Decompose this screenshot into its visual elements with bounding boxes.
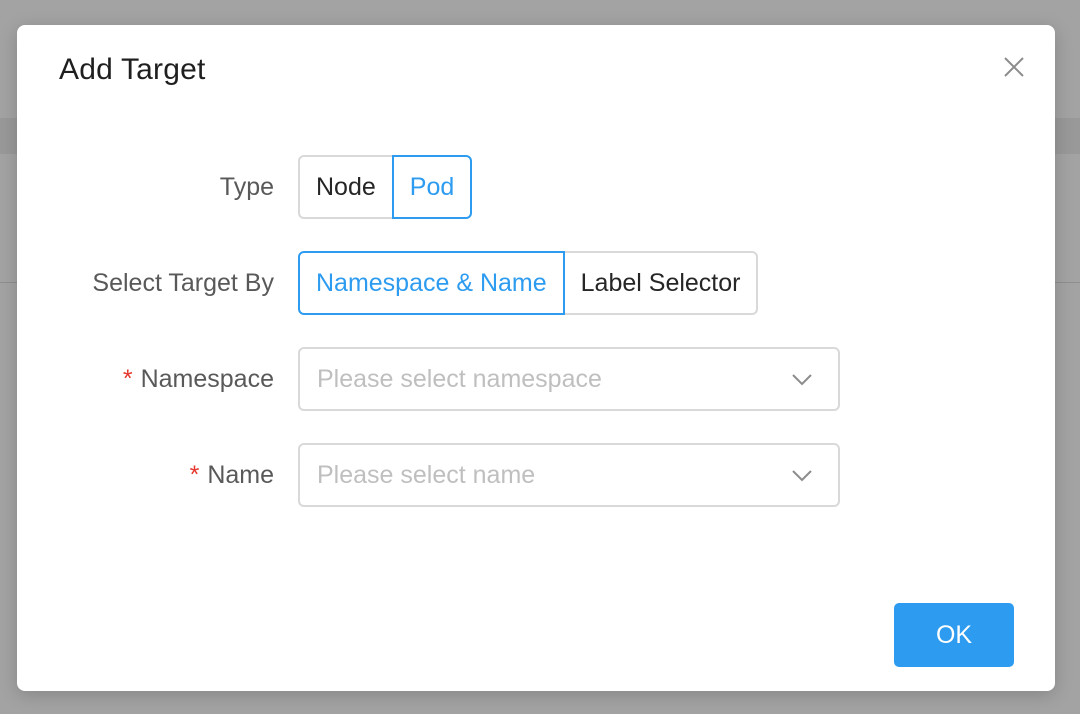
type-label-text: Type — [219, 173, 274, 201]
namespace-label-text: Namespace — [140, 365, 274, 393]
chevron-down-icon — [792, 374, 812, 386]
name-placeholder: Please select name — [317, 461, 536, 489]
namespace-select[interactable]: Please select namespace — [298, 347, 840, 411]
chevron-down-icon — [792, 470, 812, 482]
type-row: Type Node Pod — [17, 155, 1055, 219]
ok-button[interactable]: OK — [894, 603, 1014, 667]
select-target-by-label-text: Select Target By — [92, 269, 274, 297]
name-label: * Name — [190, 443, 274, 507]
type-option-node[interactable]: Node — [298, 155, 394, 219]
required-mark: * — [189, 461, 200, 489]
target-by-label-selector[interactable]: Label Selector — [562, 251, 759, 315]
namespace-label: * Namespace — [123, 347, 274, 411]
name-row: * Name Please select name — [17, 443, 1055, 507]
select-target-by-radio-group: Namespace & Name Label Selector — [298, 251, 759, 315]
name-label-text: Name — [207, 461, 274, 489]
name-select[interactable]: Please select name — [298, 443, 840, 507]
select-target-by-label: Select Target By — [92, 251, 274, 315]
type-radio-group: Node Pod — [298, 155, 473, 219]
required-mark: * — [122, 365, 133, 393]
close-icon — [1004, 57, 1024, 77]
type-option-pod[interactable]: Pod — [391, 155, 473, 219]
type-label: Type — [220, 155, 274, 219]
select-target-by-row: Select Target By Namespace & Name Label … — [17, 251, 1055, 315]
namespace-placeholder: Please select namespace — [317, 365, 602, 393]
close-button[interactable] — [999, 52, 1029, 82]
target-by-namespace-name[interactable]: Namespace & Name — [298, 251, 565, 315]
namespace-row: * Namespace Please select namespace — [17, 347, 1055, 411]
add-target-dialog: Add Target Type Node Pod Select Target B… — [17, 25, 1055, 691]
dialog-title: Add Target — [59, 53, 206, 86]
